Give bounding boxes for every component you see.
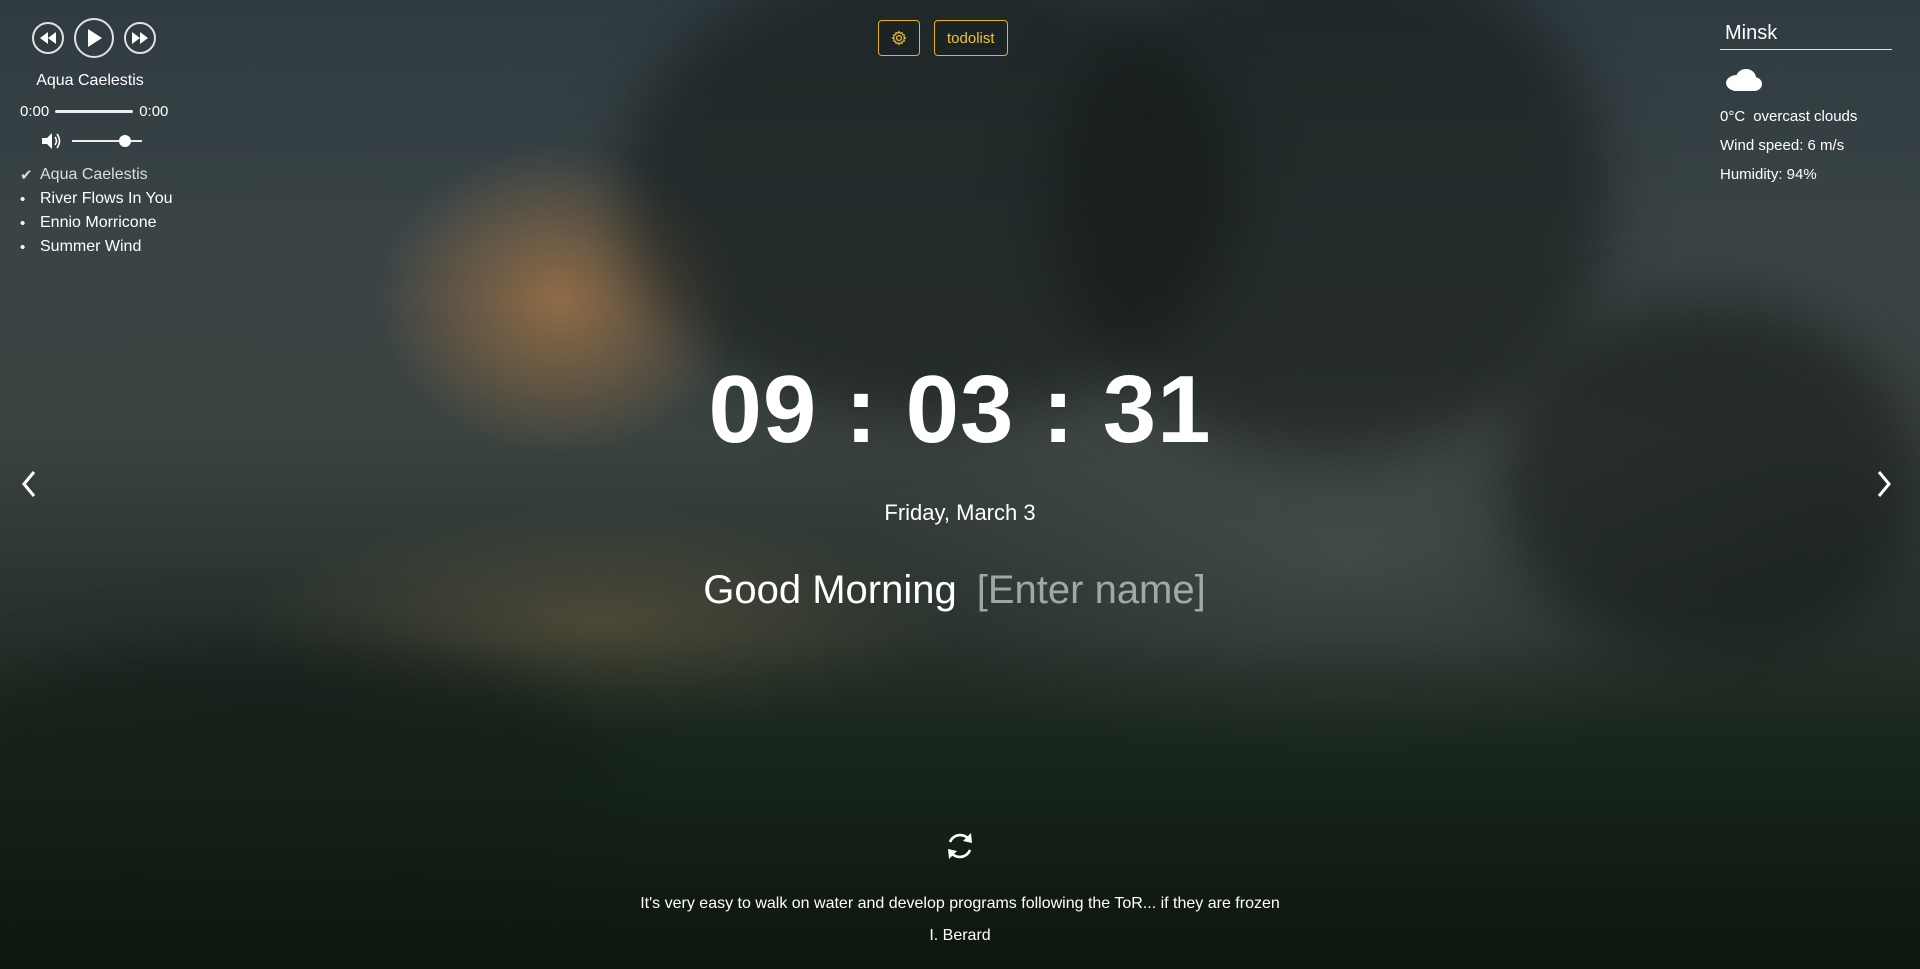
playlist-item-label: River Flows In You (40, 190, 173, 207)
player-controls (32, 18, 180, 58)
progress-bar[interactable] (55, 110, 134, 113)
clock-time: 09 : 03 : 31 (708, 356, 1212, 463)
prev-track-button[interactable] (32, 22, 64, 54)
audio-player: Aqua Caelestis 0:00 0:00 ✔ Aqua Caelestis… (20, 18, 180, 262)
volume-slider[interactable] (72, 135, 142, 147)
gear-icon (891, 30, 907, 46)
cloud-icon (1723, 68, 1892, 96)
wind-speed: Wind speed: 6 m/s (1720, 137, 1845, 154)
next-background-button[interactable] (1869, 466, 1899, 502)
settings-button[interactable] (878, 20, 920, 56)
progress-row: 0:00 0:00 (20, 103, 180, 120)
current-track-title: Aqua Caelestis (36, 72, 144, 89)
humidity: Humidity: 94% (1720, 166, 1817, 183)
play-button[interactable] (74, 18, 114, 58)
name-input[interactable] (976, 568, 1217, 613)
refresh-quote-button[interactable] (940, 826, 980, 866)
chevron-left-icon (22, 471, 36, 497)
prev-background-button[interactable] (14, 466, 44, 502)
check-icon: ✔ (20, 167, 33, 184)
play-icon (88, 29, 102, 47)
playlist-item-label: Ennio Morricone (40, 214, 157, 231)
playlist-item[interactable]: • Ennio Morricone (20, 214, 180, 232)
quote-text: It's very easy to walk on water and deve… (640, 895, 1280, 912)
current-time: 0:00 (20, 103, 50, 120)
temperature: 0°C (1720, 108, 1746, 125)
playlist-item[interactable]: ✔ Aqua Caelestis (20, 166, 180, 184)
bullet-icon: • (20, 214, 26, 232)
todolist-button[interactable]: todolist (934, 20, 1008, 56)
weather-description: overcast clouds (1753, 108, 1858, 125)
weather-widget: Minsk 0°C overcast clouds Wind speed: 6 m… (1720, 22, 1892, 183)
date-display: Friday, March 3 (884, 500, 1036, 525)
quote-author: I. Berard (929, 927, 991, 944)
playlist-item-label: Aqua Caelestis (40, 166, 148, 183)
duration: 0:00 (139, 103, 169, 120)
playlist-item-label: Summer Wind (40, 238, 142, 255)
next-track-button[interactable] (124, 22, 156, 54)
playlist: ✔ Aqua Caelestis • River Flows In You • Ennio… (20, 166, 180, 256)
fast-forward-icon (132, 32, 148, 44)
volume-thumb[interactable] (118, 135, 131, 147)
rewind-icon (40, 32, 56, 44)
bullet-icon: • (20, 190, 26, 208)
greeting-text: Good Morning (703, 568, 957, 612)
refresh-icon (948, 833, 972, 859)
playlist-item[interactable]: • Summer Wind (20, 238, 180, 256)
greeting-row: Good Morning (0, 568, 1920, 613)
playlist-item[interactable]: • River Flows In You (20, 190, 180, 208)
top-toolbar: todolist (878, 20, 1008, 56)
volume-icon[interactable] (42, 132, 62, 150)
bullet-icon: • (20, 238, 26, 256)
background-image (0, 0, 1920, 969)
weather-summary: 0°C overcast clouds (1720, 108, 1892, 125)
chevron-right-icon (1877, 471, 1891, 497)
city-input[interactable]: Minsk (1720, 22, 1892, 50)
volume-row (42, 132, 180, 150)
